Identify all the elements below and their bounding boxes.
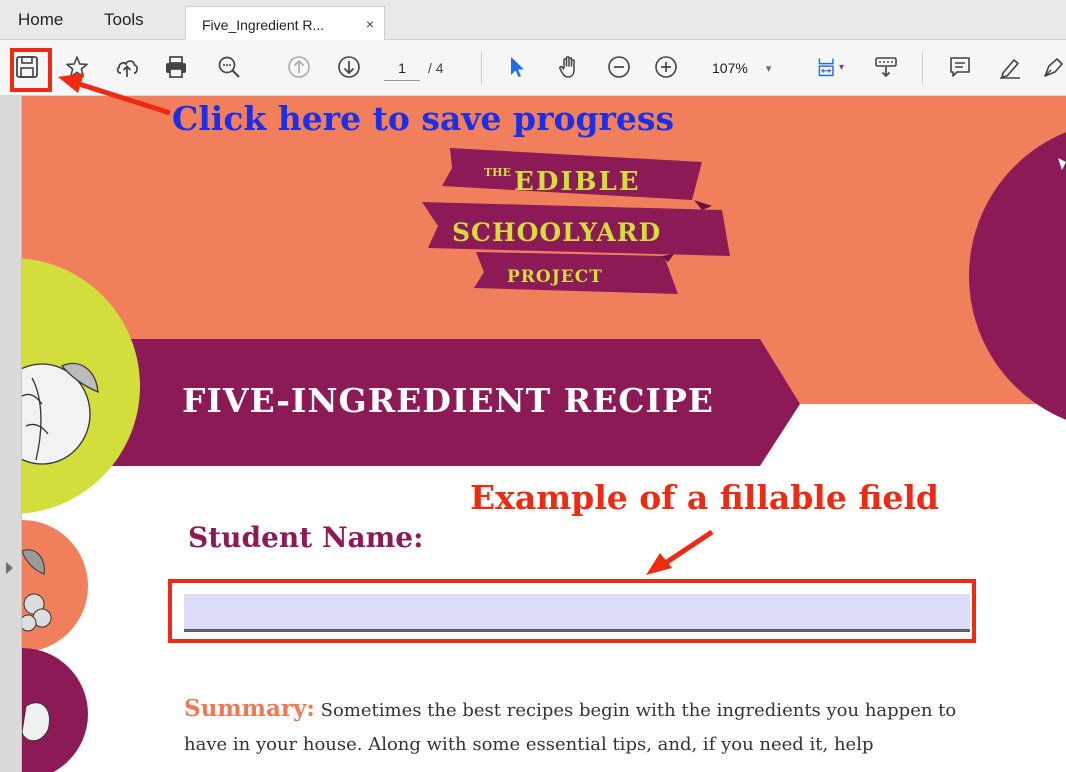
zoom-out-icon[interactable] bbox=[605, 53, 633, 81]
tools-tab[interactable]: Tools bbox=[104, 10, 144, 30]
fit-page-icon[interactable]: ▾ bbox=[812, 53, 848, 81]
page-down-icon[interactable] bbox=[335, 53, 363, 81]
summary-label: Summary: bbox=[184, 695, 315, 722]
print-icon[interactable] bbox=[162, 53, 190, 81]
field-hint-text: Example of a fillable field bbox=[470, 478, 939, 517]
keyboard-scroll-icon[interactable] bbox=[872, 53, 900, 81]
fillable-field-highlight bbox=[168, 579, 976, 643]
garlic-sketch bbox=[22, 702, 50, 742]
document-tab[interactable]: Five_Ingredient R... × bbox=[185, 6, 385, 41]
student-name-label: Student Name: bbox=[188, 521, 424, 554]
save-highlight-box bbox=[10, 48, 52, 92]
zoom-value: 107% bbox=[712, 60, 748, 76]
expand-panel-icon[interactable] bbox=[6, 562, 13, 574]
chevron-down-icon: ▾ bbox=[765, 62, 772, 75]
toolbar: / 4 107% ▾ ▾ bbox=[0, 40, 1066, 96]
zoom-search-icon[interactable] bbox=[215, 53, 243, 81]
summary-paragraph: Summary: Sometimes the best recipes begi… bbox=[184, 692, 1004, 762]
zoom-select[interactable]: 107% ▾ bbox=[700, 54, 788, 82]
upload-cloud-icon[interactable] bbox=[113, 53, 141, 81]
student-name-field[interactable] bbox=[184, 594, 970, 632]
left-panel-rail[interactable] bbox=[0, 96, 22, 772]
logo-project-text: PROJECT bbox=[507, 267, 603, 287]
save-hint-text: Click here to save progress bbox=[172, 99, 675, 138]
edible-schoolyard-logo: THE EDIBLE SCHOOLYARD PROJECT bbox=[422, 148, 730, 294]
recipe-title: FIVE-INGREDIENT RECIPE bbox=[182, 381, 714, 420]
page-number-input[interactable] bbox=[384, 56, 420, 81]
logo-the-text: THE bbox=[484, 166, 511, 179]
page-up-icon[interactable] bbox=[285, 53, 313, 81]
tab-bar: Home Tools Five_Ingredient R... × bbox=[0, 0, 1066, 41]
hand-pan-icon[interactable] bbox=[555, 53, 583, 81]
zoom-in-icon[interactable] bbox=[652, 53, 680, 81]
highlight-pen-icon[interactable] bbox=[996, 53, 1024, 81]
home-tab[interactable]: Home bbox=[18, 10, 63, 30]
page-total: / 4 bbox=[428, 60, 444, 76]
select-pointer-icon[interactable] bbox=[502, 53, 530, 81]
comment-icon[interactable] bbox=[946, 53, 974, 81]
toolbar-divider bbox=[481, 52, 482, 84]
bookmark-star-icon[interactable] bbox=[63, 53, 91, 81]
close-icon[interactable]: × bbox=[366, 16, 374, 32]
pdf-page: THE EDIBLE SCHOOLYARD PROJECT FIVE-INGRE… bbox=[22, 96, 1066, 772]
logo-edible-text: EDIBLE bbox=[514, 167, 641, 197]
toolbar-divider bbox=[922, 52, 923, 84]
plum-circle-graphic bbox=[969, 132, 1066, 420]
coral-circle-graphic bbox=[22, 520, 88, 652]
logo-schoolyard-text: SCHOOLYARD bbox=[452, 218, 661, 247]
chevron-down-icon: ▾ bbox=[838, 61, 845, 73]
page-artwork: THE EDIBLE SCHOOLYARD PROJECT bbox=[22, 132, 1066, 772]
document-tab-title: Five_Ingredient R... bbox=[202, 17, 325, 33]
sign-pen-icon[interactable] bbox=[1040, 53, 1066, 81]
